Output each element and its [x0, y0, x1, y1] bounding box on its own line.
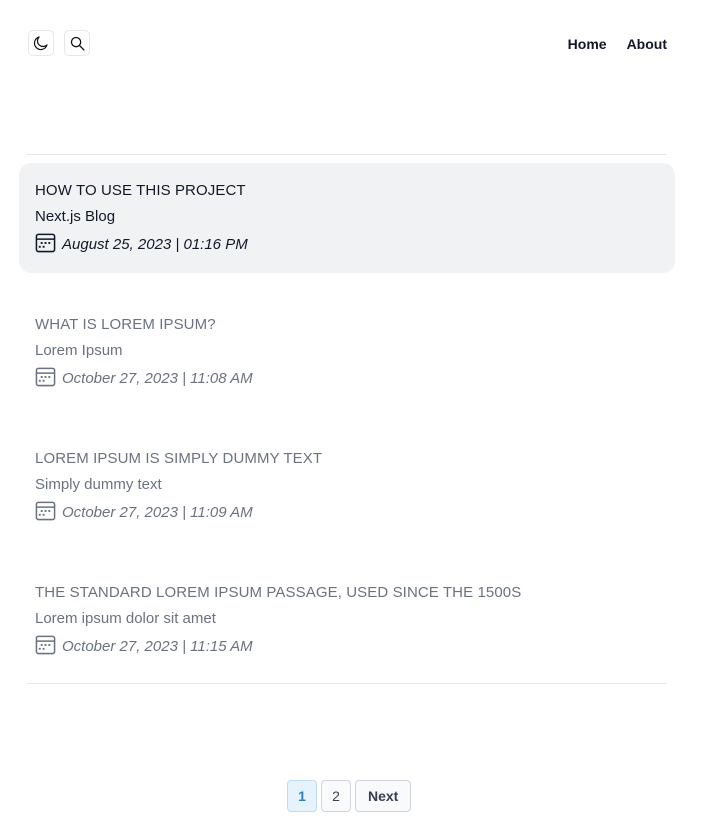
post-subtitle: Lorem Ipsum	[35, 342, 123, 359]
bottom-divider	[27, 683, 667, 684]
calendar-icon	[35, 232, 62, 257]
calendar-icon	[35, 366, 62, 391]
search-button[interactable]	[64, 30, 90, 56]
post-date-text: August 25, 2023 | 01:16 PM	[62, 235, 248, 253]
nav-home-link[interactable]: Home	[568, 36, 607, 52]
post-item[interactable]: HOW TO USE THIS PROJECT Next.js Blog Aug…	[19, 163, 675, 273]
page-1-button[interactable]: 1	[287, 780, 317, 812]
search-icon	[69, 35, 86, 52]
moon-icon	[32, 34, 50, 52]
post-title: HOW TO USE THIS PROJECT	[35, 182, 246, 199]
pagination: 1 2 Next	[287, 780, 412, 812]
next-page-button[interactable]: Next	[355, 780, 412, 812]
post-item[interactable]: THE STANDARD LOREM IPSUM PASSAGE, USED S…	[19, 565, 675, 675]
post-date-text: October 27, 2023 | 11:09 AM	[62, 503, 253, 521]
post-date-text: October 27, 2023 | 11:15 AM	[62, 637, 253, 655]
post-date: October 27, 2023 | 11:08 AM	[35, 367, 675, 389]
top-divider	[27, 154, 667, 155]
theme-toggle-button[interactable]	[28, 30, 54, 56]
post-subtitle: Lorem ipsum dolor sit amet	[35, 610, 216, 627]
calendar-icon	[35, 634, 62, 659]
post-title: WHAT IS LOREM IPSUM?	[35, 316, 216, 333]
post-title: THE STANDARD LOREM IPSUM PASSAGE, USED S…	[35, 584, 522, 601]
post-date: October 27, 2023 | 11:15 AM	[35, 635, 675, 657]
post-item[interactable]: LOREM IPSUM IS SIMPLY DUMMY TEXT Simply …	[19, 431, 675, 541]
calendar-icon	[35, 500, 62, 525]
post-item[interactable]: WHAT IS LOREM IPSUM? Lorem Ipsum October…	[19, 297, 675, 407]
main-nav: Home About	[568, 36, 667, 52]
post-subtitle: Simply dummy text	[35, 476, 162, 493]
post-date: August 25, 2023 | 01:16 PM	[35, 233, 675, 255]
nav-about-link[interactable]: About	[627, 36, 667, 52]
page-2-button[interactable]: 2	[321, 780, 351, 812]
site-header: Home About	[0, 0, 710, 88]
post-title: LOREM IPSUM IS SIMPLY DUMMY TEXT	[35, 450, 323, 467]
post-date-text: October 27, 2023 | 11:08 AM	[62, 369, 253, 387]
post-subtitle: Next.js Blog	[35, 208, 116, 225]
post-date: October 27, 2023 | 11:09 AM	[35, 501, 675, 523]
